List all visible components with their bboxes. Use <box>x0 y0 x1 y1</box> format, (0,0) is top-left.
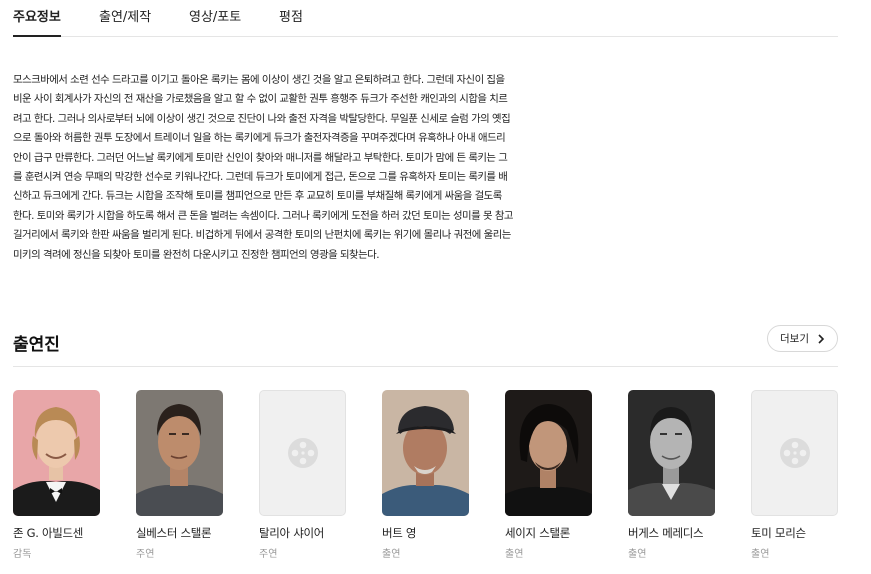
cast-card[interactable]: 버트 영 출연 <box>382 390 482 560</box>
cast-name: 토미 모리슨 <box>751 526 806 540</box>
more-button[interactable]: 더보기 <box>767 325 838 352</box>
cast-card[interactable]: 탈리아 샤이어 주연 <box>259 390 359 560</box>
film-reel-icon <box>287 438 318 468</box>
cast-role: 출연 <box>382 549 401 560</box>
cast-role: 출연 <box>751 549 770 560</box>
synopsis-line: 신하고 듀크에게 간다. 듀크는 시합을 조작해 토미를 챔피언으로 만든 후 … <box>13 190 502 203</box>
synopsis-line: 미키의 격려에 정신을 되찾아 토미를 완전히 다운시키고 진정한 챔피언의 영… <box>13 248 380 261</box>
cast-card-director[interactable]: 존 G. 아빌드센 감독 <box>13 390 113 560</box>
chevron-right-icon <box>818 333 825 344</box>
cast-photo <box>505 390 592 516</box>
synopsis-line: 모스크바에서 소련 선수 드라고를 이기고 돌아온 록키는 몸에 이상이 생긴 … <box>13 74 505 86</box>
cast-role: 출연 <box>628 549 647 560</box>
cast-name: 존 G. 아빌드센 <box>13 526 84 540</box>
section-divider <box>13 366 838 367</box>
synopsis-line: 비운 사이 회계사가 자신의 전 재산을 가로챘음을 알고 할 수 없이 교활한… <box>13 93 508 106</box>
cast-name: 세이지 스탤론 <box>505 526 571 540</box>
synopsis-line: 한다. 토미와 록키가 시합을 하도록 해서 큰 돈을 벌려는 속셈이다. 그러… <box>13 209 513 222</box>
tab-media[interactable]: 영상/포토 <box>189 6 241 25</box>
active-tab-indicator <box>13 35 61 37</box>
cast-role: 출연 <box>505 549 524 560</box>
cast-photo <box>13 390 100 516</box>
cast-section-title: 출연진 <box>13 335 60 355</box>
cast-role: 주연 <box>136 549 155 560</box>
cast-name: 버게스 메레디스 <box>628 526 704 540</box>
cast-photo <box>382 390 469 516</box>
cast-photo <box>628 390 715 516</box>
synopsis-line: 려고 한다. 그러나 의사로부터 뇌에 이상이 생긴 것으로 진단이 나와 출전… <box>13 112 511 125</box>
tab-bar: 주요정보 출연/제작 영상/포토 평점 <box>13 0 838 37</box>
tab-cast-crew[interactable]: 출연/제작 <box>99 6 151 25</box>
cast-card[interactable]: 버게스 메레디스 출연 <box>628 390 728 560</box>
cast-card[interactable]: 토미 모리슨 출연 <box>751 390 851 560</box>
cast-name: 실베스터 스탤론 <box>136 526 212 540</box>
cast-name: 버트 영 <box>382 526 417 540</box>
cast-role: 주연 <box>259 549 278 560</box>
more-button-label: 더보기 <box>780 333 809 345</box>
tab-rating[interactable]: 평점 <box>279 6 303 25</box>
synopsis-line: 안이 급구 만류한다. 그러던 어느날 록키에게 토미란 신인이 찾아와 매니저… <box>13 151 508 164</box>
cast-card[interactable]: 실베스터 스탤론 주연 <box>136 390 236 560</box>
cast-photo <box>136 390 223 516</box>
tab-main-info[interactable]: 주요정보 <box>13 6 61 25</box>
cast-role: 감독 <box>13 549 32 560</box>
cast-card[interactable]: 세이지 스탤론 출연 <box>505 390 605 560</box>
synopsis: 모스크바에서 소련 선수 드라고를 이기고 돌아온 록키는 몸에 이상이 생긴 … <box>13 71 613 265</box>
synopsis-line: 를 훈련시켜 연승 무패의 막강한 선수로 키워나간다. 그런데 듀크가 토미에… <box>13 171 508 184</box>
cast-photo-placeholder <box>751 390 838 516</box>
synopsis-line: 으로 돌아와 허름한 권투 도장에서 트레이너 일을 하는 록키에게 듀크가 출… <box>13 132 506 145</box>
synopsis-line: 길거리에서 록키와 한판 싸움을 벌리게 된다. 비겁하게 뒤에서 공격한 토미… <box>13 229 511 242</box>
cast-photo-placeholder <box>259 390 346 516</box>
film-reel-icon <box>779 438 810 468</box>
cast-name: 탈리아 샤이어 <box>259 526 325 540</box>
